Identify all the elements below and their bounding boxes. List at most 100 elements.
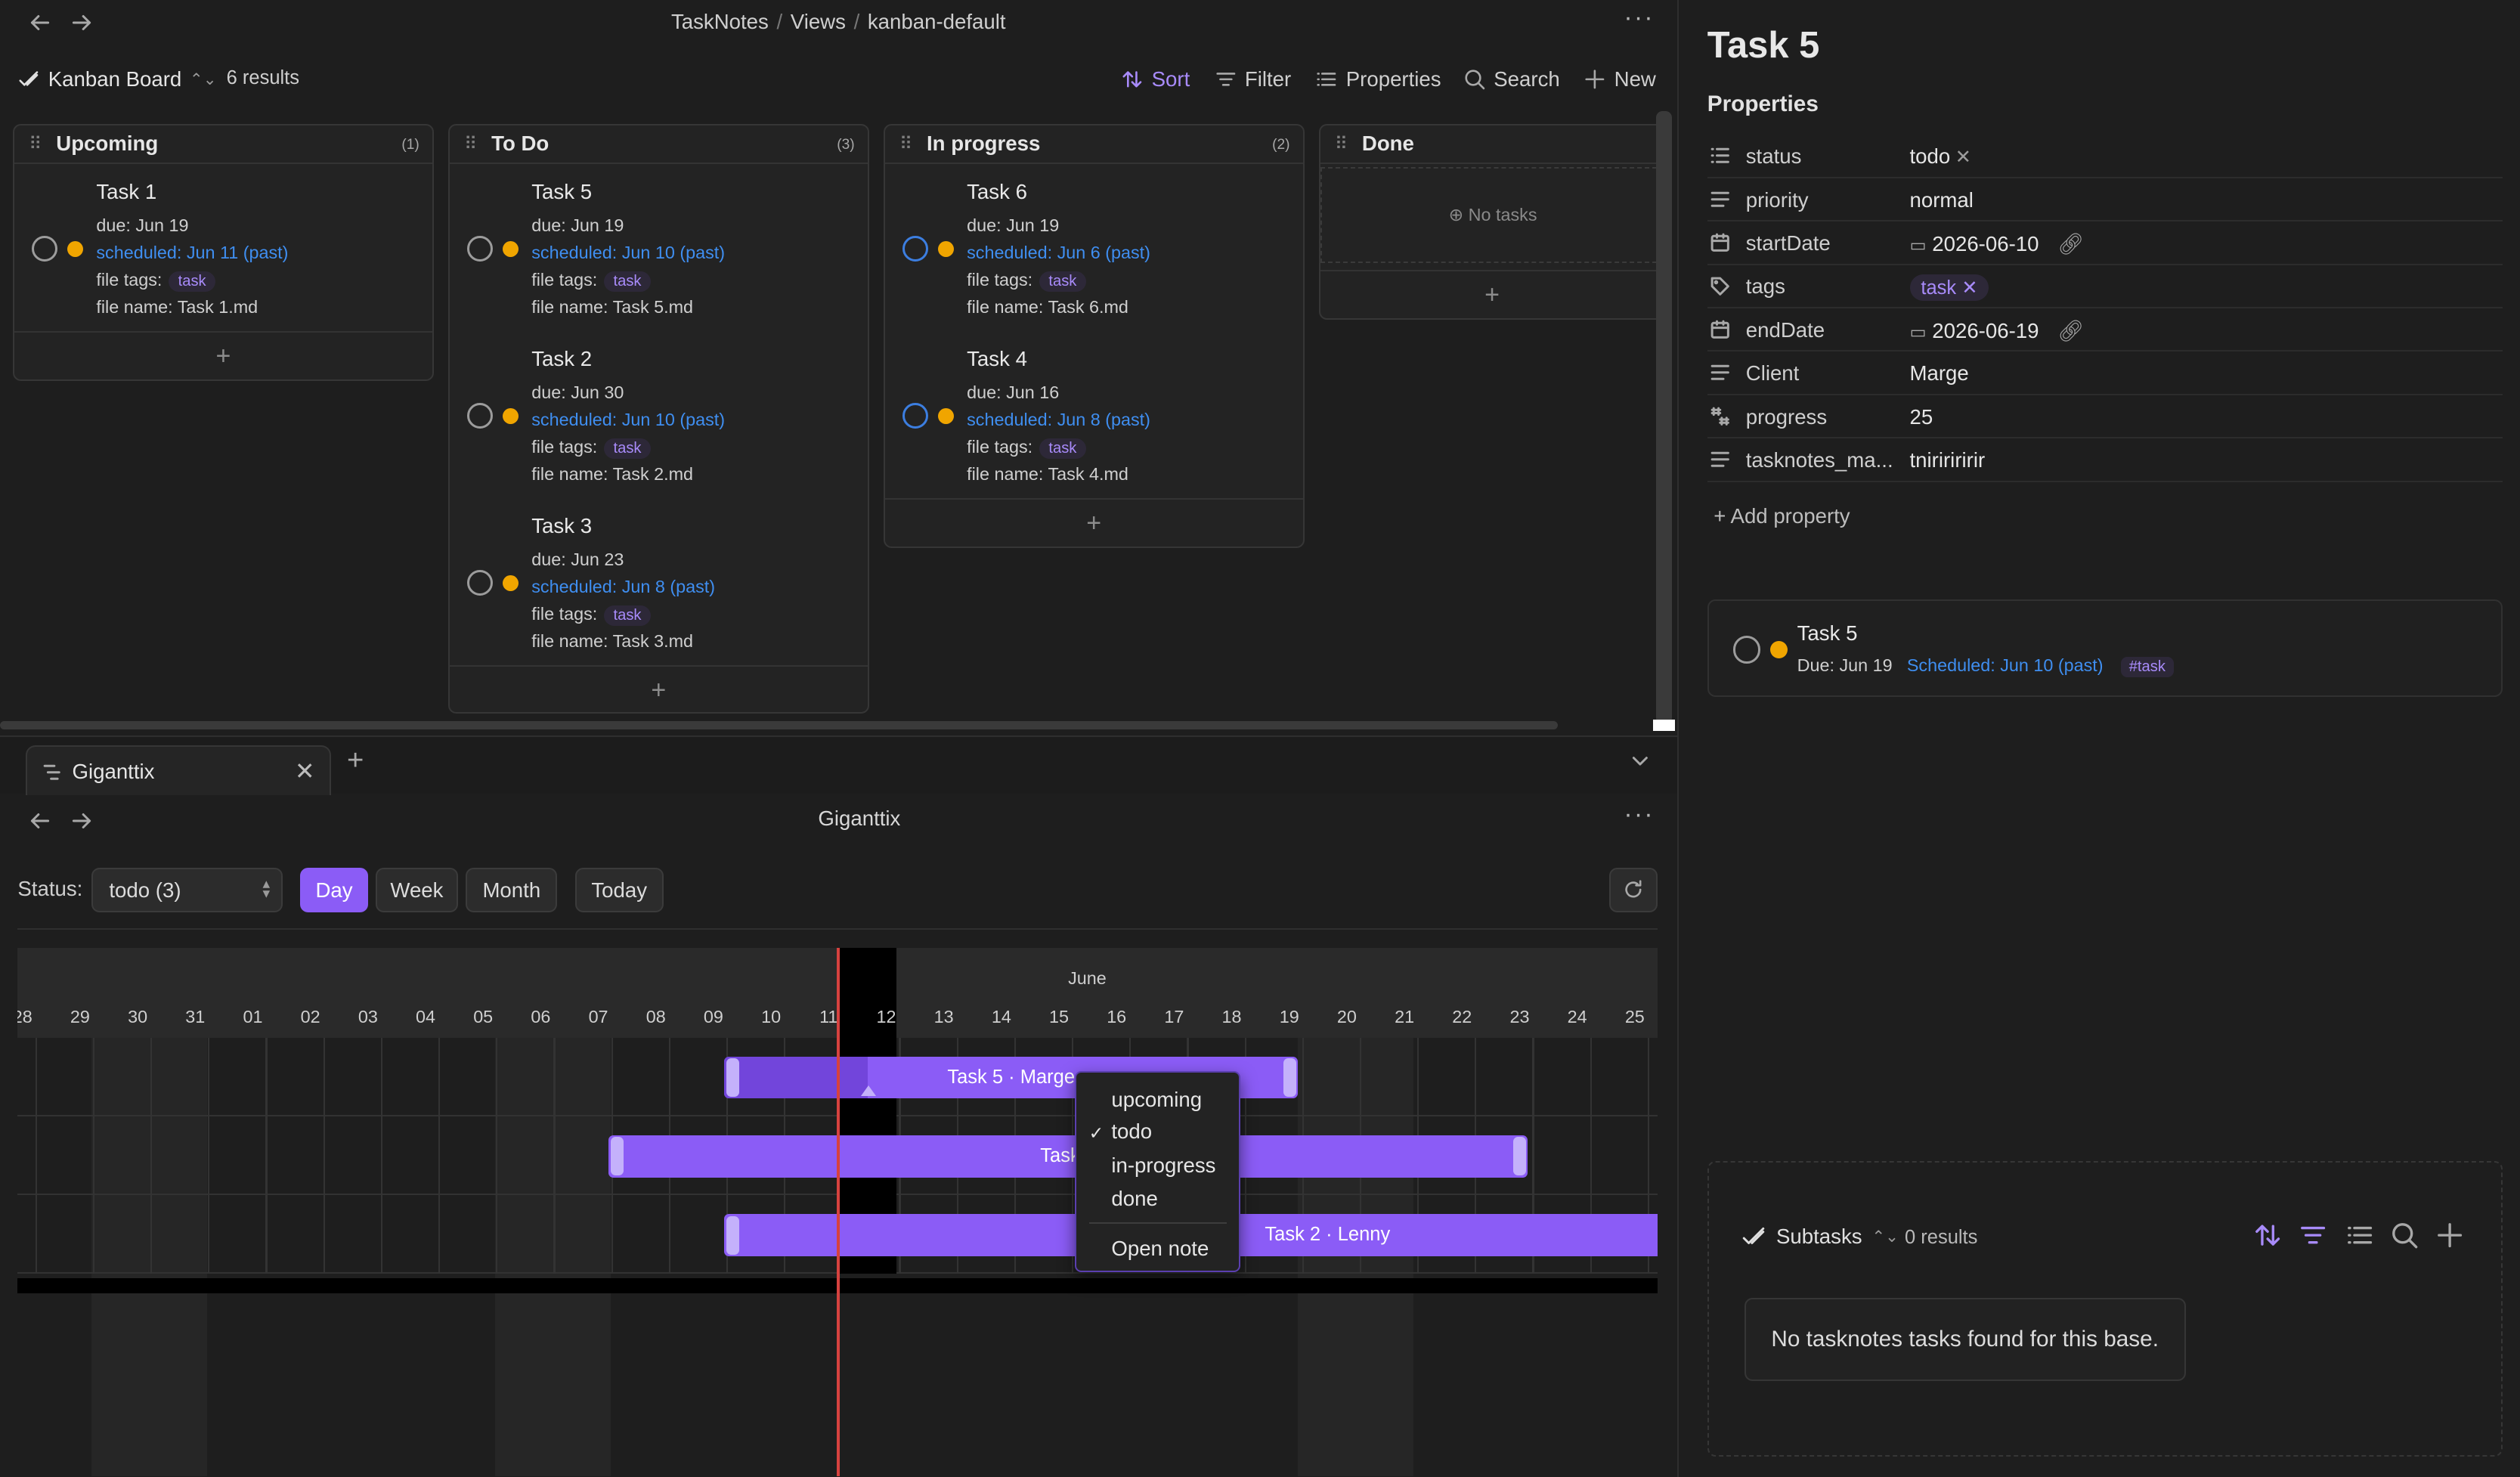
task-card[interactable]: Task 1 due: Jun 19 scheduled: Jun 11 (pa… xyxy=(14,177,432,338)
month-view-button[interactable]: Month xyxy=(466,867,558,912)
menu-item-upcoming[interactable]: upcoming xyxy=(1111,1088,1202,1112)
tag-pill[interactable]: task xyxy=(1039,271,1087,292)
status-circle-icon[interactable] xyxy=(467,403,494,429)
column-header[interactable]: ⠿ Upcoming (1) xyxy=(14,125,432,164)
column-header[interactable]: ⠿ Done xyxy=(1320,125,1664,164)
column-header[interactable]: ⠿ In progress (2) xyxy=(884,125,1303,164)
filter-icon[interactable] xyxy=(2299,1221,2327,1249)
task-card[interactable]: Task 3 due: Jun 23 scheduled: Jun 8 (pas… xyxy=(450,511,868,672)
card-scheduled[interactable]: scheduled: Jun 6 (past) xyxy=(967,243,1150,263)
properties-button[interactable]: Properties xyxy=(1315,67,1441,91)
drag-handle-icon[interactable]: ⠿ xyxy=(1335,133,1348,154)
status-circle-icon[interactable] xyxy=(902,236,929,262)
drag-handle-icon[interactable]: ⠿ xyxy=(899,133,912,154)
task-preview-card[interactable]: Task 5 Due: Jun 19 Scheduled: Jun 10 (pa… xyxy=(1707,599,2503,698)
add-card-button[interactable]: + xyxy=(1320,269,1664,318)
tab-giganttix[interactable]: Giganttix ✕ xyxy=(26,745,331,795)
property-enddate[interactable]: endDate ▭ 2026-06-19 🔗︎ xyxy=(1707,308,2503,352)
tag-pill[interactable]: task xyxy=(603,605,652,626)
menu-item-todo[interactable]: todo xyxy=(1111,1119,1152,1144)
property-priority[interactable]: priority normal xyxy=(1707,178,2503,222)
list-icon[interactable] xyxy=(2345,1221,2374,1249)
subtasks-view-switcher[interactable]: Subtasks ⌃⌄ xyxy=(1741,1224,1899,1249)
tag-pill[interactable]: task xyxy=(603,438,652,459)
today-button[interactable]: Today xyxy=(574,867,664,912)
chevron-down-icon[interactable] xyxy=(1629,750,1652,773)
remove-icon[interactable]: ✕ xyxy=(1955,147,1971,168)
breadcrumb-tasknotes[interactable]: TaskNotes xyxy=(671,10,769,33)
resize-handle-left[interactable] xyxy=(726,1058,739,1098)
add-card-button[interactable]: + xyxy=(14,330,432,379)
card-scheduled[interactable]: scheduled: Jun 11 (past) xyxy=(96,243,288,263)
property-value[interactable]: 25 xyxy=(1910,405,1933,429)
sort-icon[interactable] xyxy=(2253,1221,2282,1249)
property-value[interactable]: tniririririr xyxy=(1910,448,1986,472)
status-circle-icon[interactable] xyxy=(467,236,494,262)
progress-handle-icon[interactable] xyxy=(861,1085,876,1097)
breadcrumb-kanban-default[interactable]: kanban-default xyxy=(868,10,1006,33)
property-progress[interactable]: progress 25 xyxy=(1707,395,2503,439)
more-options-icon[interactable]: ··· xyxy=(1624,800,1654,829)
status-circle-icon[interactable] xyxy=(32,236,58,262)
link-icon[interactable]: 🔗︎ xyxy=(2057,319,2084,342)
drag-handle-icon[interactable]: ⠿ xyxy=(464,133,477,154)
close-icon[interactable]: ✕ xyxy=(295,757,315,785)
note-title[interactable]: Task 5 xyxy=(1707,24,1820,67)
task-card[interactable]: Task 6 due: Jun 19 scheduled: Jun 6 (pas… xyxy=(885,177,1303,338)
breadcrumb-views[interactable]: Views xyxy=(791,10,846,33)
task-card-scheduled[interactable]: Scheduled: Jun 10 (past) xyxy=(1907,655,2104,675)
tag-pill[interactable]: task xyxy=(1039,438,1087,459)
view-switcher[interactable]: Kanban Board ⌃⌄ xyxy=(17,67,217,91)
property-value[interactable]: task ✕ xyxy=(1909,274,1989,301)
resize-handle-left[interactable] xyxy=(610,1137,624,1176)
drag-handle-icon[interactable]: ⠿ xyxy=(29,133,42,154)
gantt-bar-task-3[interactable]: Task 3 xyxy=(608,1135,1528,1178)
tag-pill[interactable]: task ✕ xyxy=(1909,274,1989,301)
property-value[interactable]: normal xyxy=(1910,188,1974,212)
task-card[interactable]: Task 5 due: Jun 19 scheduled: Jun 10 (pa… xyxy=(450,177,868,338)
column-header[interactable]: ⠿ To Do (3) xyxy=(449,125,868,164)
task-card-tag[interactable]: #task xyxy=(2121,656,2174,677)
resize-handle-right[interactable] xyxy=(1283,1058,1296,1098)
property-status[interactable]: status todo ✕ xyxy=(1707,135,2503,178)
sort-button[interactable]: Sort xyxy=(1121,67,1190,91)
resize-handle-left[interactable] xyxy=(726,1215,739,1255)
menu-item-done[interactable]: done xyxy=(1111,1187,1157,1211)
card-scheduled[interactable]: scheduled: Jun 8 (past) xyxy=(531,577,715,597)
resize-handle-right[interactable] xyxy=(1512,1137,1526,1176)
property-value[interactable]: ▭ 2026-06-19 🔗︎ xyxy=(1910,318,2085,343)
day-view-button[interactable]: Day xyxy=(300,867,368,912)
new-button[interactable]: New xyxy=(1584,67,1656,91)
search-button[interactable]: Search xyxy=(1463,67,1560,91)
plus-icon[interactable] xyxy=(2435,1221,2464,1249)
add-card-button[interactable]: + xyxy=(884,497,1303,547)
property-startdate[interactable]: startDate ▭ 2026-06-10 🔗︎ xyxy=(1707,221,2503,265)
add-property-button[interactable]: + Add property xyxy=(1714,504,1850,528)
new-tab-icon[interactable]: + xyxy=(347,744,364,777)
card-scheduled[interactable]: scheduled: Jun 10 (past) xyxy=(531,243,725,263)
week-view-button[interactable]: Week xyxy=(376,867,458,912)
property-value[interactable]: todo ✕ xyxy=(1910,144,1972,169)
tag-pill[interactable]: task xyxy=(603,271,652,292)
vertical-scrollbar[interactable] xyxy=(1655,110,1673,725)
property-value[interactable]: Marge xyxy=(1910,361,1969,386)
search-icon[interactable] xyxy=(2390,1221,2419,1249)
status-select[interactable]: todo (3) ▴ ▾ xyxy=(91,867,283,912)
property-client[interactable]: Client Marge xyxy=(1707,351,2503,395)
property-tasknotes[interactable]: tasknotes_ma... tniririririr xyxy=(1707,438,2503,482)
more-options-icon[interactable]: ··· xyxy=(1624,3,1654,33)
menu-item-in-progress[interactable]: in-progress xyxy=(1111,1153,1215,1178)
card-scheduled[interactable]: scheduled: Jun 8 (past) xyxy=(967,410,1150,430)
task-card[interactable]: Task 4 due: Jun 16 scheduled: Jun 8 (pas… xyxy=(885,344,1303,505)
filter-button[interactable]: Filter xyxy=(1215,67,1291,91)
tag-pill[interactable]: task xyxy=(168,271,216,292)
status-circle-icon[interactable] xyxy=(1732,636,1760,664)
task-card[interactable]: Task 2 due: Jun 30 scheduled: Jun 10 (pa… xyxy=(450,344,868,505)
property-value[interactable]: ▭ 2026-06-10 🔗︎ xyxy=(1910,231,2085,256)
status-circle-icon[interactable] xyxy=(902,403,929,429)
link-icon[interactable]: 🔗︎ xyxy=(2057,232,2084,255)
add-card-button[interactable]: + xyxy=(449,664,868,714)
property-tags[interactable]: tags task ✕ xyxy=(1707,265,2503,308)
menu-item-open-note[interactable]: Open note xyxy=(1111,1237,1209,1261)
card-scheduled[interactable]: scheduled: Jun 10 (past) xyxy=(531,410,725,430)
